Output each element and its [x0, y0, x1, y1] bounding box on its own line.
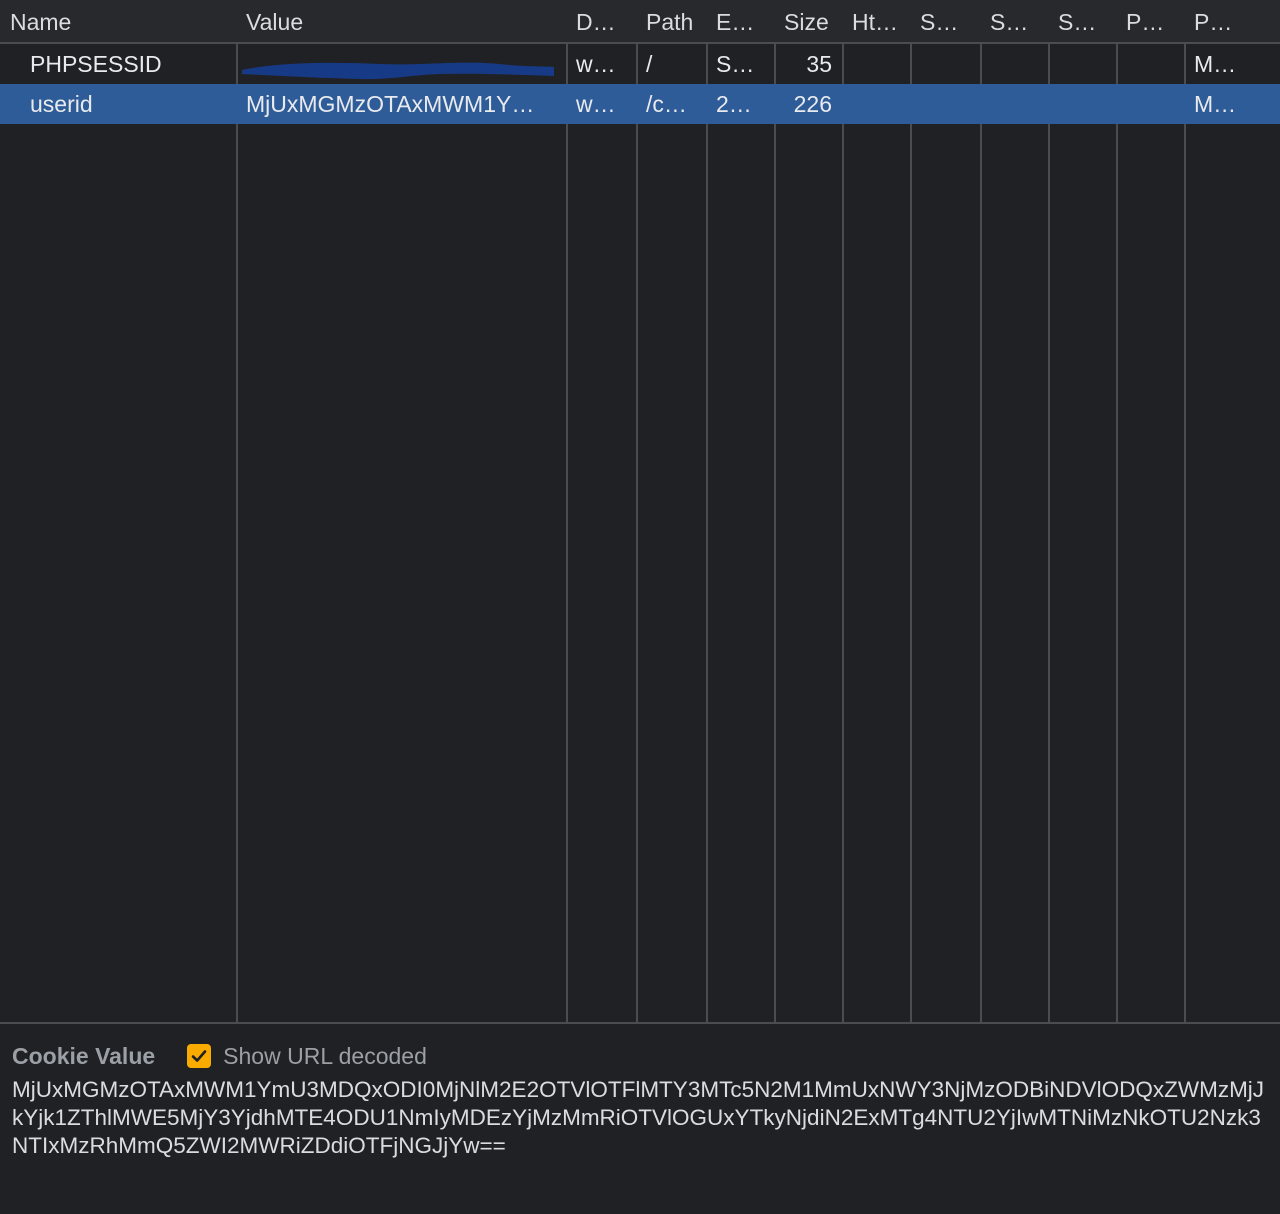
column-header-partition-key[interactable]: P…	[1116, 2, 1184, 42]
cookie-name-cell: userid	[30, 91, 93, 117]
table-row[interactable]: PHPSESSID w… / S… 35 M…	[0, 44, 1280, 84]
checkmark-icon	[191, 1050, 207, 1062]
column-divider[interactable]	[980, 0, 982, 1022]
table-header: Name Value D… Path E… Size Ht… S… S… S… …	[0, 0, 1280, 44]
column-divider[interactable]	[706, 0, 708, 1022]
cookie-path-cell: /c…	[646, 91, 687, 117]
column-divider[interactable]	[636, 0, 638, 1022]
cookie-value-title: Cookie Value	[12, 1042, 156, 1069]
cookie-expires-cell: 2…	[716, 91, 752, 117]
column-header-sameparty[interactable]: S…	[1048, 2, 1116, 42]
cookie-name-cell: PHPSESSID	[30, 51, 162, 77]
column-divider[interactable]	[842, 0, 844, 1022]
column-header-value[interactable]: Value	[236, 2, 566, 42]
cookie-path-cell: /	[646, 51, 653, 77]
cookie-expires-cell: S…	[716, 51, 755, 77]
column-header-domain[interactable]: D…	[566, 2, 636, 42]
column-header-secure[interactable]: S…	[910, 2, 980, 42]
column-header-size[interactable]: Size	[774, 2, 842, 42]
column-divider[interactable]	[910, 0, 912, 1022]
column-divider[interactable]	[774, 0, 776, 1022]
redaction-scribble	[242, 62, 554, 80]
cookie-domain-cell: w…	[576, 51, 616, 77]
cookie-domain-cell: w…	[576, 91, 616, 117]
cookie-size-cell: 226	[793, 91, 832, 117]
show-url-decoded-checkbox[interactable]	[187, 1044, 212, 1068]
column-header-httponly[interactable]: Ht…	[842, 2, 910, 42]
column-header-path[interactable]: Path	[636, 2, 706, 42]
cookie-value-cell: MjUxMGMzOTAxMWM1Y…	[246, 91, 535, 117]
column-header-name[interactable]: Name	[0, 2, 236, 42]
cookie-value-pane: Cookie Value Show URL decoded MjUxMGMzOT…	[0, 1026, 1280, 1214]
column-header-priority[interactable]: P…	[1184, 2, 1280, 42]
column-header-expires[interactable]: E…	[706, 2, 774, 42]
column-header-samesite[interactable]: S…	[980, 2, 1048, 42]
cookie-priority-cell: M…	[1194, 91, 1237, 117]
cookie-value-toolbar: Cookie Value Show URL decoded	[12, 1034, 427, 1078]
cookies-table: Name Value D… Path E… Size Ht… S… S… S… …	[0, 0, 1280, 1024]
cookie-value-text[interactable]: MjUxMGMzOTAxMWM1YmU3MDQxODI0MjNlM2E2OTVl…	[12, 1076, 1268, 1160]
cookie-size-cell: 35	[806, 51, 832, 77]
show-url-decoded-label[interactable]: Show URL decoded	[223, 1043, 427, 1070]
table-row-selected[interactable]: userid MjUxMGMzOTAxMWM1Y… w… /c… 2… 226 …	[0, 84, 1280, 124]
column-divider[interactable]	[1184, 0, 1186, 1022]
column-divider[interactable]	[566, 0, 568, 1022]
column-divider[interactable]	[1116, 0, 1118, 1022]
cookie-priority-cell: M…	[1194, 51, 1237, 77]
column-divider[interactable]	[1048, 0, 1050, 1022]
cookie-devtools-panel: Name Value D… Path E… Size Ht… S… S… S… …	[0, 0, 1280, 1214]
column-divider[interactable]	[236, 0, 238, 1022]
